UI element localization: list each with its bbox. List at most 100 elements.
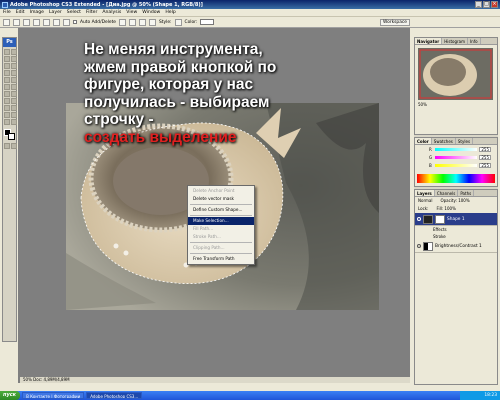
close-button[interactable]: × xyxy=(491,1,498,8)
shape-tool-icon[interactable] xyxy=(11,105,17,111)
menu-filter[interactable]: Filter xyxy=(86,10,97,15)
navigator-thumbnail[interactable] xyxy=(418,48,493,100)
layer-shape-1[interactable]: Shape 1 xyxy=(415,213,497,226)
auto-add-delete-checkbox[interactable] xyxy=(73,20,77,24)
zoom-tool-icon[interactable] xyxy=(11,119,17,125)
magic-wand-icon[interactable] xyxy=(11,56,17,62)
blend-mode-select[interactable]: Normal xyxy=(418,197,432,205)
blur-tool-icon[interactable] xyxy=(4,91,10,97)
auto-add-delete-label: Auto Add/Delete xyxy=(80,19,116,25)
menu-item-define-custom-shape[interactable]: Define Custom Shape... xyxy=(188,206,254,214)
eye-icon[interactable] xyxy=(417,217,421,221)
menu-item-free-transform-path[interactable]: Free Transform Path xyxy=(188,255,254,263)
exclude-shape-icon[interactable] xyxy=(149,18,156,26)
navigator-panel: Navigator Histogram Info 50% xyxy=(414,37,498,135)
healing-brush-icon[interactable] xyxy=(4,70,10,76)
freeform-pen-icon[interactable] xyxy=(43,18,50,26)
intersect-shape-icon[interactable] xyxy=(139,18,146,26)
eraser-tool-icon[interactable] xyxy=(4,84,10,90)
tab-styles[interactable]: Styles xyxy=(456,138,474,144)
marquee-tool-icon[interactable] xyxy=(11,49,17,55)
blue-slider[interactable] xyxy=(435,163,477,167)
subtract-shape-icon[interactable] xyxy=(129,18,136,26)
color-spectrum[interactable] xyxy=(417,174,495,183)
green-slider[interactable] xyxy=(435,155,477,159)
blue-value[interactable]: 255 xyxy=(479,162,491,168)
dodge-tool-icon[interactable] xyxy=(11,91,17,97)
gradient-tool-icon[interactable] xyxy=(11,84,17,90)
tab-color[interactable]: Color xyxy=(415,138,432,144)
color-chips xyxy=(3,127,16,141)
photoshop-window: Adobe Photoshop CS3 Extended - [Диа.jpg … xyxy=(0,0,500,400)
green-value[interactable]: 255 xyxy=(479,154,491,160)
fill-field[interactable]: Fill: 100% xyxy=(436,205,455,213)
layer-effects[interactable]: Effects xyxy=(415,226,497,233)
tab-navigator[interactable]: Navigator xyxy=(415,38,443,44)
menu-analysis[interactable]: Analysis xyxy=(102,10,121,15)
opacity-field[interactable]: Opacity: 100% xyxy=(440,197,469,205)
menu-image[interactable]: Image xyxy=(30,10,44,15)
layers-tabs: Layers Channels Paths xyxy=(415,190,497,197)
menu-view[interactable]: View xyxy=(126,10,137,15)
color-row-g: G 255 xyxy=(415,153,497,161)
eyedropper-icon[interactable] xyxy=(11,112,17,118)
menu-separator xyxy=(190,242,252,243)
maximize-button[interactable]: □ xyxy=(483,1,490,8)
tab-channels[interactable]: Channels xyxy=(435,190,459,196)
move-tool-icon[interactable] xyxy=(4,49,10,55)
menu-item-make-selection[interactable]: Make Selection... xyxy=(188,217,254,225)
menu-layer[interactable]: Layer xyxy=(49,10,62,15)
clone-stamp-icon[interactable] xyxy=(4,77,10,83)
start-button[interactable]: пуск xyxy=(0,391,21,400)
shape-layers-icon[interactable] xyxy=(13,18,20,26)
add-to-shape-icon[interactable] xyxy=(119,18,126,26)
brush-tool-icon[interactable] xyxy=(11,70,17,76)
menu-separator xyxy=(190,215,252,216)
tab-paths[interactable]: Paths xyxy=(458,190,475,196)
menu-select[interactable]: Select xyxy=(67,10,81,15)
menu-help[interactable]: Help xyxy=(165,10,175,15)
layer-thumbnail xyxy=(423,214,433,224)
shape-tool-icon[interactable] xyxy=(3,18,10,26)
taskbar-item-photoshop[interactable]: Adobe Photoshop CS3... xyxy=(86,392,143,399)
path-selection-icon[interactable] xyxy=(4,105,10,111)
menu-item-delete-vector-mask[interactable]: Delete vector mask xyxy=(188,195,254,203)
rectangle-shape-icon[interactable] xyxy=(53,18,60,26)
tab-layers[interactable]: Layers xyxy=(415,190,435,196)
tab-swatches[interactable]: Swatches xyxy=(432,138,456,144)
color-swatch[interactable] xyxy=(200,19,215,25)
color-tabs: Color Swatches Styles xyxy=(415,138,497,145)
hand-tool-icon[interactable] xyxy=(4,119,10,125)
taskbar-item-browser[interactable]: В Контакте | Фотографии xyxy=(22,392,85,399)
screen-mode-icon[interactable] xyxy=(11,143,17,149)
layer-effect-stroke[interactable]: Stroke xyxy=(415,233,497,240)
layer-brightness-contrast[interactable]: Brightness/Contrast 1 xyxy=(415,240,497,253)
tab-histogram[interactable]: Histogram xyxy=(442,38,468,44)
caption-line-4: получилась - выбираем xyxy=(84,93,270,111)
layer-blend-row: Normal Opacity: 100% xyxy=(415,197,497,205)
menu-window[interactable]: Window xyxy=(142,10,160,15)
slice-tool-icon[interactable] xyxy=(11,63,17,69)
red-value[interactable]: 255 xyxy=(479,146,491,152)
lasso-tool-icon[interactable] xyxy=(4,56,10,62)
pen-tool-icon[interactable] xyxy=(4,98,10,104)
crop-tool-icon[interactable] xyxy=(4,63,10,69)
tab-info[interactable]: Info xyxy=(468,38,481,44)
background-color[interactable] xyxy=(8,133,15,140)
workspace-button[interactable]: Workspace xyxy=(380,19,410,26)
paths-icon[interactable] xyxy=(23,18,30,26)
menu-edit[interactable]: Edit xyxy=(16,10,25,15)
notes-tool-icon[interactable] xyxy=(4,112,10,118)
minimize-button[interactable]: _ xyxy=(475,1,482,8)
quick-mask-icon[interactable] xyxy=(4,143,10,149)
history-brush-icon[interactable] xyxy=(11,77,17,83)
style-picker[interactable] xyxy=(174,18,182,26)
menu-file[interactable]: File xyxy=(3,10,11,15)
ellipse-shape-icon[interactable] xyxy=(63,18,70,26)
type-tool-icon[interactable] xyxy=(11,98,17,104)
navigator-zoom-value[interactable]: 50% xyxy=(418,102,427,107)
navigator-tabs: Navigator Histogram Info xyxy=(415,38,497,45)
eye-icon[interactable] xyxy=(417,244,421,248)
pen-tool-icon[interactable] xyxy=(33,18,40,26)
red-slider[interactable] xyxy=(435,147,477,151)
